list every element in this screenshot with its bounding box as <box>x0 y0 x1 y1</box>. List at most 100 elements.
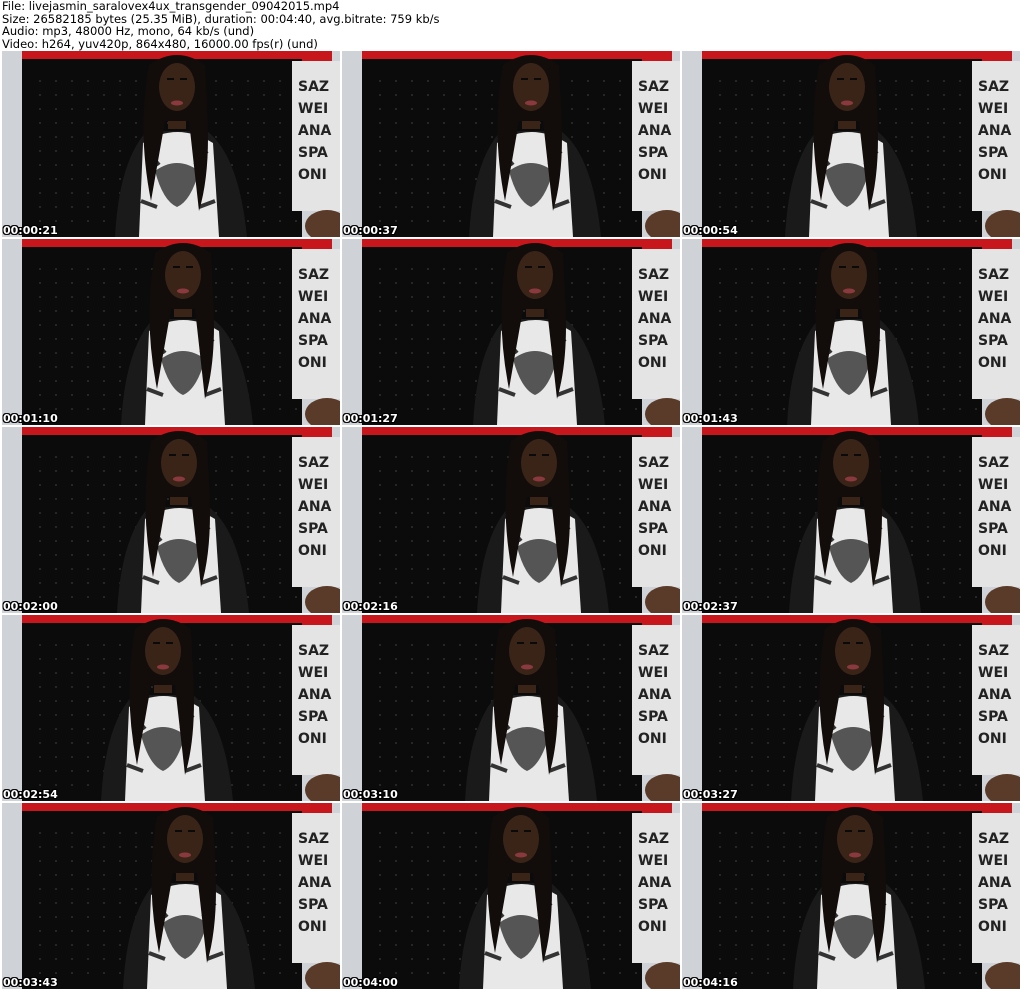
video-thumbnail: SAZ WEI ANA SPA ONI 00:04:16 <box>682 803 1020 989</box>
thumbnail-frame: SAZ WEI ANA SPA ONI <box>2 239 340 425</box>
svg-text:SPA: SPA <box>978 709 1008 725</box>
thumbnail-timestamp: 00:00:21 <box>3 224 58 237</box>
svg-text:SAZ: SAZ <box>978 831 1009 847</box>
svg-text:SAZ: SAZ <box>638 79 669 95</box>
svg-text:WEI: WEI <box>298 289 328 305</box>
thumbnail-timestamp: 00:00:54 <box>683 224 738 237</box>
thumbnail-timestamp: 00:03:10 <box>343 788 398 801</box>
thumbnail-frame: SAZ WEI ANA SPA ONI <box>342 239 680 425</box>
video-thumbnail: SAZ WEI ANA SPA ONI 00:02:00 <box>2 427 340 613</box>
svg-text:ANA: ANA <box>638 499 672 515</box>
thumbnail-timestamp: 00:02:00 <box>3 600 58 613</box>
svg-text:ANA: ANA <box>638 123 672 139</box>
thumbnail-frame: SAZ WEI ANA SPA ONI <box>342 427 680 613</box>
svg-text:SAZ: SAZ <box>638 455 669 471</box>
svg-text:WEI: WEI <box>638 853 668 869</box>
video-thumbnail: SAZ WEI ANA SPA ONI 00:01:27 <box>342 239 680 425</box>
thumbnail-timestamp: 00:01:27 <box>343 412 398 425</box>
svg-text:ONI: ONI <box>638 355 667 371</box>
svg-text:SAZ: SAZ <box>638 267 669 283</box>
svg-text:SPA: SPA <box>638 897 668 913</box>
svg-text:WEI: WEI <box>638 101 668 117</box>
svg-text:ONI: ONI <box>298 731 327 747</box>
svg-text:WEI: WEI <box>978 853 1008 869</box>
svg-text:SPA: SPA <box>298 709 328 725</box>
thumbnail-frame: SAZ WEI ANA SPA ONI <box>2 51 340 237</box>
thumbnail-frame: SAZ WEI ANA SPA ONI <box>2 803 340 989</box>
video-thumbnail: SAZ WEI ANA SPA ONI 00:01:10 <box>2 239 340 425</box>
thumbnail-grid: SAZ WEI ANA SPA ONI 00:00:21 SAZ WEI ANA… <box>2 51 1023 990</box>
svg-text:WEI: WEI <box>978 289 1008 305</box>
svg-text:SAZ: SAZ <box>298 267 329 283</box>
svg-text:ONI: ONI <box>978 355 1007 371</box>
video-thumbnail: SAZ WEI ANA SPA ONI 00:02:16 <box>342 427 680 613</box>
svg-text:SPA: SPA <box>638 333 668 349</box>
video-info-line: Video: h264, yuv420p, 864x480, 16000.00 … <box>2 36 318 51</box>
svg-text:SAZ: SAZ <box>298 79 329 95</box>
svg-text:ANA: ANA <box>298 311 332 327</box>
thumbnail-frame: SAZ WEI ANA SPA ONI <box>682 803 1020 989</box>
svg-text:SAZ: SAZ <box>638 831 669 847</box>
svg-text:SPA: SPA <box>978 897 1008 913</box>
thumbnail-timestamp: 00:02:54 <box>3 788 58 801</box>
svg-text:ONI: ONI <box>298 543 327 559</box>
svg-text:WEI: WEI <box>298 665 328 681</box>
svg-text:ANA: ANA <box>298 499 332 515</box>
svg-text:ANA: ANA <box>638 311 672 327</box>
thumbnail-frame: SAZ WEI ANA SPA ONI <box>682 427 1020 613</box>
svg-text:SAZ: SAZ <box>978 455 1009 471</box>
video-thumbnail: SAZ WEI ANA SPA ONI 00:03:43 <box>2 803 340 989</box>
svg-text:SPA: SPA <box>638 709 668 725</box>
thumbnail-frame: SAZ WEI ANA SPA ONI <box>342 51 680 237</box>
svg-text:ONI: ONI <box>298 919 327 935</box>
svg-text:WEI: WEI <box>298 477 328 493</box>
svg-text:ANA: ANA <box>978 875 1012 891</box>
svg-text:SPA: SPA <box>978 145 1008 161</box>
svg-text:SPA: SPA <box>638 145 668 161</box>
svg-text:SPA: SPA <box>978 521 1008 537</box>
svg-text:ANA: ANA <box>978 123 1012 139</box>
thumbnail-frame: SAZ WEI ANA SPA ONI <box>682 239 1020 425</box>
thumbnail-timestamp: 00:01:10 <box>3 412 58 425</box>
video-thumbnail: SAZ WEI ANA SPA ONI 00:04:00 <box>342 803 680 989</box>
svg-text:ANA: ANA <box>978 311 1012 327</box>
svg-text:ANA: ANA <box>298 687 332 703</box>
svg-text:ANA: ANA <box>638 875 672 891</box>
svg-text:WEI: WEI <box>638 289 668 305</box>
svg-text:WEI: WEI <box>298 853 328 869</box>
svg-text:SAZ: SAZ <box>298 455 329 471</box>
svg-text:ONI: ONI <box>978 543 1007 559</box>
svg-text:ONI: ONI <box>638 731 667 747</box>
svg-text:SAZ: SAZ <box>978 643 1009 659</box>
video-thumbnail: SAZ WEI ANA SPA ONI 00:03:10 <box>342 615 680 801</box>
svg-text:WEI: WEI <box>978 101 1008 117</box>
video-thumbnail: SAZ WEI ANA SPA ONI 00:03:27 <box>682 615 1020 801</box>
thumbnail-frame: SAZ WEI ANA SPA ONI <box>2 427 340 613</box>
video-thumbnail: SAZ WEI ANA SPA ONI 00:02:54 <box>2 615 340 801</box>
svg-text:ONI: ONI <box>298 167 327 183</box>
svg-text:ANA: ANA <box>978 499 1012 515</box>
video-thumbnail: SAZ WEI ANA SPA ONI 00:00:37 <box>342 51 680 237</box>
svg-text:SPA: SPA <box>298 897 328 913</box>
video-thumbnail: SAZ WEI ANA SPA ONI 00:00:21 <box>2 51 340 237</box>
svg-text:SPA: SPA <box>298 145 328 161</box>
svg-text:SAZ: SAZ <box>298 643 329 659</box>
svg-text:SPA: SPA <box>978 333 1008 349</box>
thumbnail-frame: SAZ WEI ANA SPA ONI <box>342 803 680 989</box>
thumbnail-timestamp: 00:04:00 <box>343 976 398 989</box>
thumbnail-frame: SAZ WEI ANA SPA ONI <box>682 615 1020 801</box>
thumbnail-timestamp: 00:03:43 <box>3 976 58 989</box>
svg-text:WEI: WEI <box>638 665 668 681</box>
video-thumbnail: SAZ WEI ANA SPA ONI 00:02:37 <box>682 427 1020 613</box>
svg-text:ONI: ONI <box>638 167 667 183</box>
thumbnail-timestamp: 00:02:16 <box>343 600 398 613</box>
thumbnail-timestamp: 00:01:43 <box>683 412 738 425</box>
svg-text:ANA: ANA <box>978 687 1012 703</box>
svg-text:ONI: ONI <box>978 731 1007 747</box>
svg-text:SPA: SPA <box>638 521 668 537</box>
svg-text:SAZ: SAZ <box>978 267 1009 283</box>
svg-text:ONI: ONI <box>638 543 667 559</box>
svg-text:ONI: ONI <box>638 919 667 935</box>
svg-text:WEI: WEI <box>978 665 1008 681</box>
file-info-header: File: livejasmin_saralovex4ux_transgende… <box>2 0 1022 50</box>
